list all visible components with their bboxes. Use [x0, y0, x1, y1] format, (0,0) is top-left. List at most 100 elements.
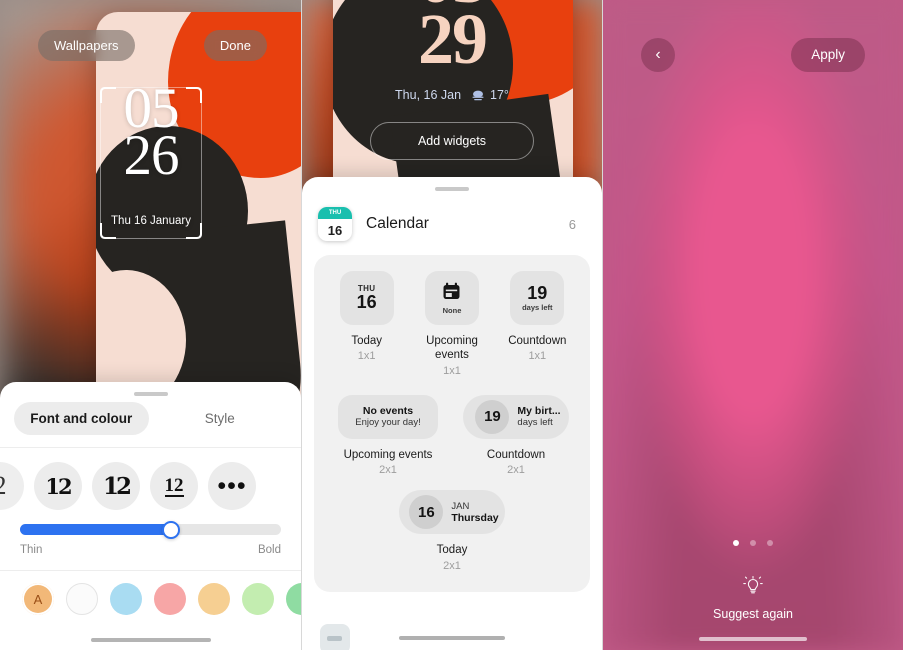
suggest-again-button[interactable]: Suggest again: [603, 575, 903, 621]
add-widgets-button[interactable]: Add widgets: [370, 122, 534, 160]
calendar-app-icon: THU 16: [318, 207, 352, 241]
preview-clock: 05 26: [100, 80, 202, 187]
widget-row-1x1: THU 16 Today 1x1 None Upcoming events 1x…: [324, 271, 580, 377]
widget-card-countdown-1x1[interactable]: 19 days left Countdown 1x1: [495, 271, 580, 362]
colour-swatch-4[interactable]: [198, 583, 230, 615]
font-options-row[interactable]: 2 12 12 12 •••: [0, 448, 301, 520]
widget-preview-countdown: 19 days left: [510, 271, 565, 325]
home-indicator: [90, 638, 211, 642]
chevron-left-icon: ‹: [655, 46, 661, 63]
pager-dot-2[interactable]: [767, 540, 773, 546]
widget-preview-desc: Thursday: [451, 511, 499, 524]
widget-preview-title: My birt...: [517, 405, 561, 418]
blurred-backdrop: [603, 0, 903, 650]
widget-size: 2x1: [379, 464, 397, 477]
preview-clock-minute: 26: [123, 123, 180, 187]
widget-preview-upcoming: None: [424, 271, 479, 325]
widget-preview-circle: 16: [409, 495, 444, 530]
widget-card-upcoming-1x1[interactable]: None Upcoming events 1x1: [409, 271, 494, 377]
tab-font-and-colour[interactable]: Font and colour: [14, 402, 149, 435]
widget-card-today-2x1[interactable]: 16 JAN Thursday Today 2x1: [392, 490, 512, 572]
widget-size: 2x1: [443, 559, 461, 572]
widget-preview-text: My birt... days left: [517, 405, 560, 428]
widget-size: 1x1: [357, 350, 376, 363]
calendar-glyph-icon: [442, 282, 461, 306]
panel-wallpaper-editor: 05 26 Thu 16 January Wallpapers Done Fon…: [0, 0, 301, 650]
preview-clock: 05 29: [302, 0, 602, 80]
weight-slider-wrap: Thin Bold: [0, 520, 301, 556]
colour-swatch-label: A: [33, 591, 43, 607]
colour-swatch-2[interactable]: [110, 583, 142, 615]
more-dots-icon: •••: [217, 472, 247, 500]
calendar-icon-day: 16: [327, 222, 343, 238]
widget-row-2x1-b: 16 JAN Thursday Today 2x1: [324, 490, 580, 572]
next-app-icon-partial[interactable]: [320, 624, 350, 650]
preview-clock-minute: 29: [418, 0, 488, 80]
widget-label: Countdown: [508, 335, 567, 347]
preview-date-weather: Thu, 16 Jan 17°: [302, 88, 602, 104]
widget-group: THU 16 Today 1x1 None Upcoming events 1x…: [314, 255, 590, 592]
colour-swatch-3[interactable]: [154, 583, 186, 615]
widget-preview-no-events: No events Enjoy your day!: [338, 394, 438, 439]
widget-label: Upcoming events: [343, 448, 433, 461]
widget-label: Today: [351, 335, 382, 347]
back-button[interactable]: ‹: [641, 38, 675, 72]
widget-preview-desc: days left: [517, 417, 553, 429]
font-option-more[interactable]: •••: [208, 462, 256, 510]
calendar-icon-header: THU: [318, 207, 352, 219]
widget-size: 1x1: [443, 364, 461, 377]
widget-preview-today-wide: 16 JAN Thursday: [399, 490, 505, 535]
widget-label: Countdown: [486, 448, 546, 461]
weight-slider[interactable]: [20, 520, 281, 539]
home-indicator: [699, 636, 807, 641]
colour-swatch-1[interactable]: [66, 583, 98, 615]
widget-row-2x1-a: No events Enjoy your day! Upcoming event…: [324, 394, 580, 477]
pager-dots[interactable]: [603, 540, 903, 546]
widget-label: Upcoming events: [426, 335, 478, 362]
weight-slider-labels: Thin Bold: [20, 544, 281, 556]
font-colour-sheet: Font and colour Style 2 12 12 12 ••• Thi…: [0, 382, 301, 650]
colour-swatch-6[interactable]: [286, 583, 301, 615]
widget-preview-circle: 19: [475, 399, 510, 434]
sheet-tabs: Font and colour Style: [0, 396, 301, 447]
screenshot-root: 05 26 Thu 16 January Wallpapers Done Fon…: [0, 0, 903, 650]
widget-size: 1x1: [528, 350, 547, 363]
widget-preview-today: THU 16: [339, 271, 394, 325]
widget-preview-text: JAN Thursday: [451, 501, 498, 524]
pager-dot-0[interactable]: [733, 540, 739, 546]
colour-swatch-0[interactable]: A: [22, 583, 54, 615]
weight-slider-knob[interactable]: [162, 520, 181, 539]
widget-card-today-1x1[interactable]: THU 16 Today 1x1: [324, 271, 409, 362]
app-name-label: Calendar: [366, 215, 429, 232]
font-option-partial[interactable]: 2: [0, 462, 24, 510]
widget-size: 2x1: [507, 464, 525, 477]
preview-date: Thu, 16 Jan: [395, 88, 462, 102]
app-header: THU 16 Calendar 6: [314, 191, 590, 255]
font-option-deco[interactable]: 12: [92, 462, 140, 510]
widget-preview-birthday: 19 My birt... days left: [463, 394, 569, 439]
colour-swatches-row[interactable]: A: [0, 571, 301, 615]
weight-slider-min-label: Thin: [20, 544, 43, 556]
weather-cloud-icon: [471, 90, 485, 104]
widget-preview-sub: days left: [522, 302, 553, 312]
panel-widget-picker: 05 29 Thu, 16 Jan 17° Add widgets THU 16…: [301, 0, 602, 650]
pager-dot-1[interactable]: [750, 540, 756, 546]
font-option-bold-underline[interactable]: 12: [150, 462, 198, 510]
widget-card-upcoming-2x1[interactable]: No events Enjoy your day! Upcoming event…: [328, 394, 448, 477]
preview-temperature: 17°: [490, 88, 509, 102]
suggestions-topbar: ‹ Apply: [603, 38, 903, 72]
widget-preview-title: No events: [362, 405, 414, 418]
tab-style[interactable]: Style: [153, 402, 288, 435]
apply-button[interactable]: Apply: [791, 38, 865, 72]
suggest-again-label: Suggest again: [713, 607, 793, 621]
widget-card-countdown-2x1[interactable]: 19 My birt... days left Countdown 2x1: [456, 394, 576, 477]
wallpapers-button[interactable]: Wallpapers: [38, 30, 135, 61]
panel-wallpaper-suggestions: 12:45 Wed 1 February ‹ Apply: [602, 0, 903, 650]
colour-swatch-5[interactable]: [242, 583, 274, 615]
widget-preview-sub: None: [442, 305, 462, 315]
weight-slider-fill: [20, 524, 172, 535]
home-indicator: [399, 635, 505, 640]
done-button[interactable]: Done: [203, 30, 267, 61]
widget-preview-title: JAN: [451, 500, 470, 512]
font-option-striped[interactable]: 12: [34, 462, 82, 510]
